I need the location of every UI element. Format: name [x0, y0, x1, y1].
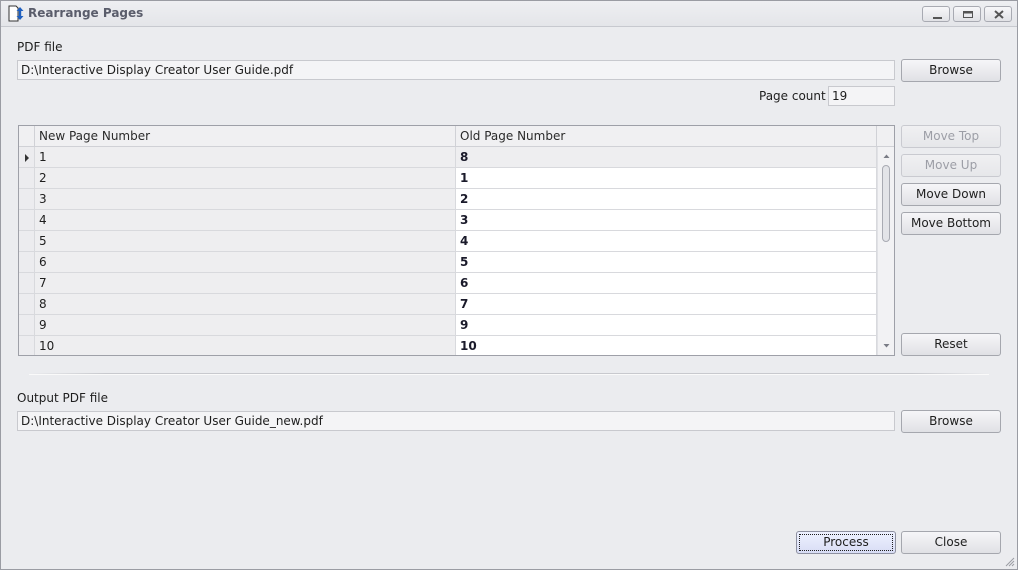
- scroll-down-button[interactable]: [878, 339, 894, 353]
- row-indicator[interactable]: [19, 210, 35, 231]
- old-page-number-cell[interactable]: 1: [456, 168, 877, 189]
- pdf-file-input[interactable]: D:\Interactive Display Creator User Guid…: [17, 60, 895, 80]
- row-indicator[interactable]: [19, 336, 35, 355]
- column-header-new-page[interactable]: New Page Number: [35, 126, 456, 147]
- new-page-number-cell[interactable]: 5: [35, 231, 456, 252]
- move-bottom-button[interactable]: Move Bottom: [901, 212, 1001, 235]
- move-top-button[interactable]: Move Top: [901, 125, 1001, 148]
- output-pdf-file-input[interactable]: D:\Interactive Display Creator User Guid…: [17, 411, 895, 431]
- rearrange-pages-icon: [7, 5, 25, 23]
- row-indicator[interactable]: [19, 294, 35, 315]
- new-page-number-cell[interactable]: 3: [35, 189, 456, 210]
- old-page-number-cell[interactable]: 3: [456, 210, 877, 231]
- browse-output-button[interactable]: Browse: [901, 410, 1001, 433]
- table-row[interactable]: 65: [19, 252, 877, 273]
- grid-header: New Page Number Old Page Number: [19, 126, 894, 147]
- table-row[interactable]: 99: [19, 315, 877, 336]
- move-up-button[interactable]: Move Up: [901, 154, 1001, 177]
- old-page-number-cell[interactable]: 9: [456, 315, 877, 336]
- pdf-file-label: PDF file: [17, 40, 63, 54]
- window-title: Rearrange Pages: [28, 6, 144, 20]
- move-down-button[interactable]: Move Down: [901, 183, 1001, 206]
- process-button[interactable]: Process: [796, 531, 896, 554]
- scrollbar-thumb[interactable]: [882, 165, 890, 242]
- row-indicator[interactable]: [19, 168, 35, 189]
- scroll-down-arrow-icon: [883, 344, 890, 348]
- old-page-number-cell[interactable]: 6: [456, 273, 877, 294]
- new-page-number-cell[interactable]: 7: [35, 273, 456, 294]
- table-row[interactable]: 21: [19, 168, 877, 189]
- old-page-number-cell[interactable]: 8: [456, 147, 877, 168]
- old-page-number-cell[interactable]: 7: [456, 294, 877, 315]
- table-row[interactable]: 43: [19, 210, 877, 231]
- new-page-number-cell[interactable]: 8: [35, 294, 456, 315]
- table-row[interactable]: 18: [19, 147, 877, 168]
- table-row[interactable]: 87: [19, 294, 877, 315]
- column-header-old-page[interactable]: Old Page Number: [456, 126, 877, 147]
- close-button[interactable]: Close: [901, 531, 1001, 554]
- current-row-arrow-icon: [25, 154, 29, 162]
- scroll-up-button[interactable]: [878, 149, 894, 163]
- header-corner: [877, 126, 894, 147]
- row-indicator[interactable]: [19, 315, 35, 336]
- row-indicator[interactable]: [19, 231, 35, 252]
- new-page-number-cell[interactable]: 1: [35, 147, 456, 168]
- old-page-number-cell[interactable]: 2: [456, 189, 877, 210]
- minimize-button[interactable]: [922, 6, 950, 22]
- new-page-number-cell[interactable]: 10: [35, 336, 456, 355]
- focus-ring: [799, 534, 893, 551]
- vertical-scrollbar[interactable]: [877, 147, 894, 355]
- new-page-number-cell[interactable]: 4: [35, 210, 456, 231]
- reset-button[interactable]: Reset: [901, 333, 1001, 356]
- new-page-number-cell[interactable]: 9: [35, 315, 456, 336]
- table-row[interactable]: 10 10: [19, 336, 877, 355]
- browse-input-button[interactable]: Browse: [901, 59, 1001, 82]
- row-indicator-header: [19, 126, 35, 147]
- new-page-number-cell[interactable]: 2: [35, 168, 456, 189]
- maximize-button[interactable]: [953, 6, 981, 22]
- table-row[interactable]: 32: [19, 189, 877, 210]
- close-window-button[interactable]: [984, 6, 1012, 22]
- old-page-number-cell[interactable]: 4: [456, 231, 877, 252]
- maximize-icon: [963, 11, 973, 18]
- minimize-icon: [933, 17, 942, 19]
- title-bar: Rearrange Pages: [1, 1, 1017, 27]
- rearrange-pages-dialog: Rearrange Pages PDF file D:\Interactive …: [0, 0, 1018, 570]
- row-indicator[interactable]: [19, 273, 35, 294]
- row-indicator[interactable]: [19, 189, 35, 210]
- old-page-number-cell[interactable]: 5: [456, 252, 877, 273]
- page-count-field: 19: [828, 86, 895, 106]
- close-icon: [994, 10, 1004, 19]
- table-row[interactable]: 76: [19, 273, 877, 294]
- row-indicator[interactable]: [19, 252, 35, 273]
- table-row[interactable]: 54: [19, 231, 877, 252]
- page-count-label: Page count: [759, 89, 826, 103]
- scroll-up-arrow-icon: [883, 154, 890, 158]
- resize-grip-icon[interactable]: [1003, 555, 1015, 567]
- output-pdf-file-label: Output PDF file: [17, 391, 108, 405]
- new-page-number-cell[interactable]: 6: [35, 252, 456, 273]
- page-order-grid[interactable]: New Page Number Old Page Number 18213243…: [18, 125, 895, 356]
- section-divider: [29, 373, 989, 375]
- row-indicator[interactable]: [19, 147, 35, 168]
- old-page-number-cell[interactable]: 10: [456, 336, 877, 355]
